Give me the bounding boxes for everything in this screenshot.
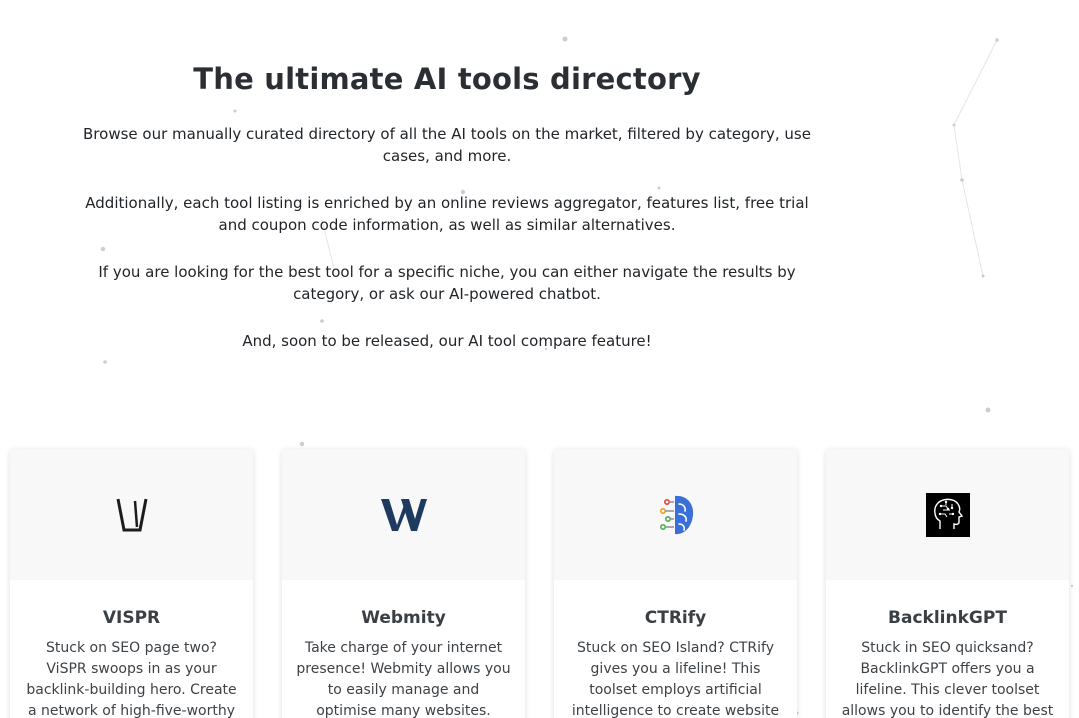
ctrify-brain-logo-icon bbox=[659, 495, 693, 534]
tool-card-title[interactable]: Webmity bbox=[296, 608, 511, 628]
tool-card-grid: VISPR Stuck on SEO page two? ViSPR swoop… bbox=[10, 449, 1070, 718]
tool-card-vispr[interactable]: VISPR Stuck on SEO page two? ViSPR swoop… bbox=[10, 449, 253, 718]
tool-card-description: Take charge of your internet presence! W… bbox=[296, 640, 511, 718]
tool-card-image[interactable] bbox=[826, 449, 1069, 580]
tool-card-title[interactable]: BacklinkGPT bbox=[840, 608, 1055, 628]
tool-card-title[interactable]: CTRify bbox=[568, 608, 783, 628]
intro-paragraph-1: Browse our manually curated directory of… bbox=[83, 125, 811, 165]
intro-paragraph-2: Additionally, each tool listing is enric… bbox=[85, 194, 809, 234]
hero-section: The ultimate AI tools directory Browse o… bbox=[70, 62, 824, 377]
tool-card-description: Stuck in SEO quicksand? BacklinkGPT offe… bbox=[841, 640, 1054, 718]
page-title: The ultimate AI tools directory bbox=[193, 62, 701, 96]
tool-card-description: Stuck on SEO page two? ViSPR swoops in a… bbox=[26, 640, 237, 718]
webmity-logo-icon bbox=[380, 498, 427, 531]
page: The ultimate AI tools directory Browse o… bbox=[0, 0, 1079, 718]
tool-card-backlinkgpt[interactable]: BacklinkGPT Stuck in SEO quicksand? Back… bbox=[826, 449, 1069, 718]
tool-card-ctrify[interactable]: CTRify Stuck on SEO Island? CTRify gives… bbox=[554, 449, 797, 718]
tool-card-webmity[interactable]: Webmity Take charge of your internet pre… bbox=[282, 449, 525, 718]
tool-card-image[interactable] bbox=[10, 449, 253, 580]
tool-card-title[interactable]: VISPR bbox=[24, 608, 239, 628]
backlinkgpt-robot-head-logo-icon bbox=[925, 492, 970, 537]
intro-paragraph-4: And, soon to be released, our AI tool co… bbox=[242, 332, 652, 350]
vispr-logo-icon bbox=[116, 498, 147, 531]
tool-card-image[interactable] bbox=[282, 449, 525, 580]
tool-card-image[interactable] bbox=[554, 449, 797, 580]
intro-paragraph-3: If you are looking for the best tool for… bbox=[98, 263, 796, 303]
tool-card-description: Stuck on SEO Island? CTRify gives you a … bbox=[571, 640, 780, 718]
